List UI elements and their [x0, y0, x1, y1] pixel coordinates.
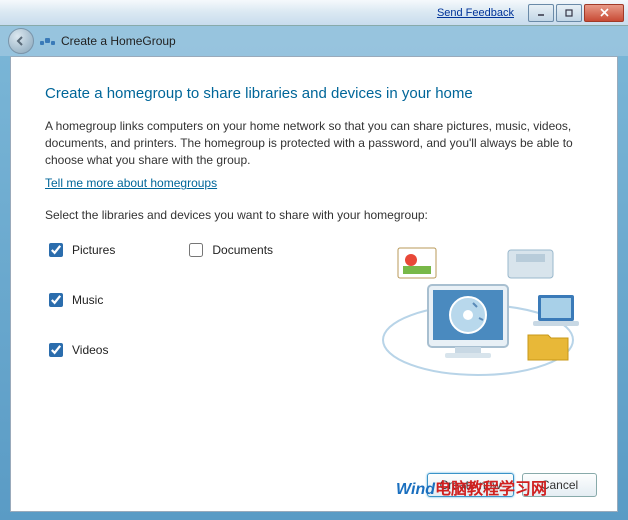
send-feedback-link[interactable]: Send Feedback [437, 7, 514, 19]
back-button[interactable] [8, 28, 34, 54]
minimize-button[interactable] [528, 4, 554, 22]
back-arrow-icon [15, 35, 27, 47]
documents-label: Documents [212, 243, 273, 257]
navbar: Create a HomeGroup [0, 26, 628, 56]
videos-checkbox[interactable]: Videos [45, 340, 115, 360]
watermark-part1: Wind [396, 481, 435, 498]
close-button[interactable] [584, 4, 624, 22]
videos-label: Videos [72, 343, 108, 357]
titlebar: Send Feedback [0, 0, 628, 26]
watermark-part2: 电脑教程学习网 [435, 481, 547, 498]
music-label: Music [72, 293, 103, 307]
window-controls [528, 4, 624, 22]
pictures-checkbox-input[interactable] [49, 243, 63, 257]
select-instruction: Select the libraries and devices you wan… [45, 208, 583, 222]
music-checkbox-input[interactable] [49, 293, 63, 307]
share-options-area: Pictures Music Videos Documents [45, 240, 583, 390]
network-illustration [373, 240, 583, 390]
pictures-label: Pictures [72, 243, 115, 257]
content-panel: Create a homegroup to share libraries an… [10, 56, 618, 512]
description-text: A homegroup links computers on your home… [45, 118, 583, 168]
nav-title: Create a HomeGroup [61, 34, 176, 48]
more-about-homegroups-link[interactable]: Tell me more about homegroups [45, 176, 583, 190]
music-checkbox[interactable]: Music [45, 290, 115, 310]
documents-checkbox-input[interactable] [189, 243, 203, 257]
videos-checkbox-input[interactable] [49, 343, 63, 357]
documents-checkbox[interactable]: Documents [185, 240, 273, 260]
watermark: Wind电脑教程学习网 [396, 475, 547, 499]
maximize-button[interactable] [556, 4, 582, 22]
checkbox-grid: Pictures Music Videos Documents [45, 240, 273, 390]
page-heading: Create a homegroup to share libraries an… [45, 85, 583, 102]
homegroup-icon [40, 38, 55, 45]
pictures-checkbox[interactable]: Pictures [45, 240, 115, 260]
